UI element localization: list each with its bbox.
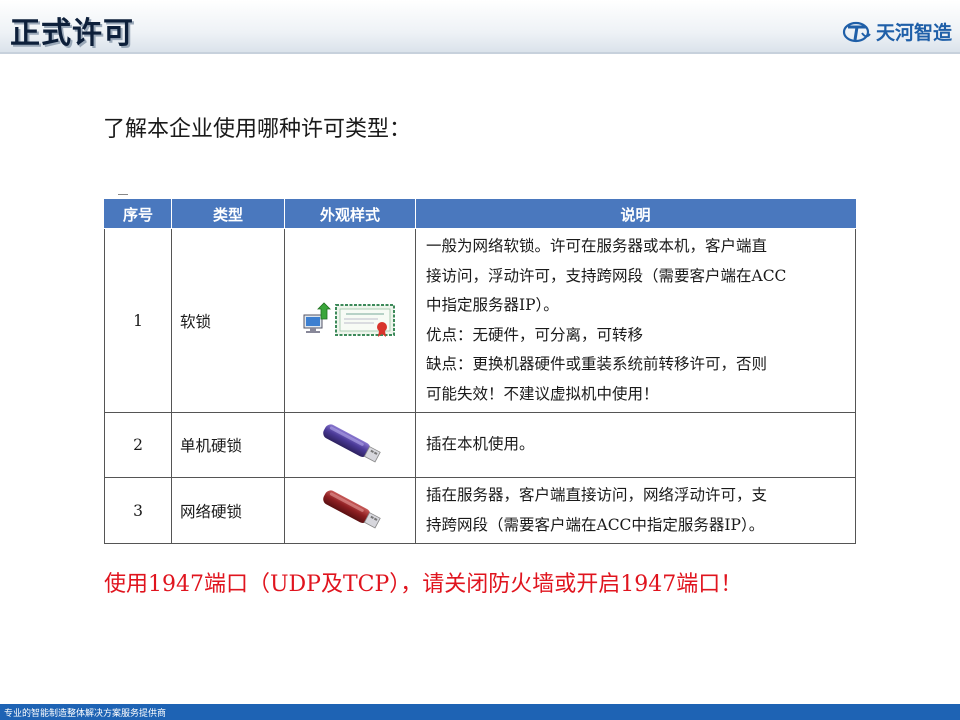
row-number: 2	[104, 412, 172, 478]
description-line: 插在服务器，客户端直接访问，网络浮动许可，支	[426, 486, 768, 504]
table-marker	[118, 194, 128, 195]
intro-text: 了解本企业使用哪种许可类型：	[103, 117, 412, 142]
row-type: 网络硬锁	[171, 477, 285, 544]
soft-license-certificate-icon	[302, 299, 398, 343]
description-line: 优点：无硬件，可分离，可转移	[426, 325, 644, 344]
logo-mark-icon	[842, 20, 872, 44]
red-usb-dongle-icon	[315, 486, 385, 536]
description-line: 可能失效！不建议虚拟机中使用！	[426, 384, 659, 403]
row-description: 一般为网络软锁。许可在服务器或本机，客户端直 接访问，浮动许可，支持跨网段（需要…	[415, 228, 856, 413]
description-line: 插在本机使用。	[426, 435, 535, 454]
row-type: 单机硬锁	[171, 412, 285, 478]
header-type: 类型	[171, 199, 285, 229]
row-description: 插在服务器，客户端直接访问，网络浮动许可，支 持跨网段（需要客户端在ACC中指定…	[415, 477, 856, 544]
purple-usb-dongle-icon	[315, 420, 385, 470]
table-row: 1 软锁 一般为网络软锁。许可在服务器或本机，客户端直 接访问，浮动许可，支持跨…	[104, 228, 856, 413]
row-appearance	[284, 228, 416, 413]
port-notice: 使用1947端口（UDP及TCP），请关闭防火墙或开启1947端口！	[104, 572, 743, 597]
description-line: 持跨网段（需要客户端在ACC中指定服务器IP）。	[426, 515, 765, 534]
description-line: 接访问，浮动许可，支持跨网段（需要客户端在ACC	[426, 266, 787, 285]
header-description: 说明	[415, 199, 856, 229]
row-number: 3	[104, 477, 172, 544]
description-line: 一般为网络软锁。许可在服务器或本机，客户端直	[426, 237, 768, 255]
description-line: 缺点：更换机器硬件或重装系统前转移许可，否则	[426, 355, 768, 373]
table-row: 2 单机硬锁 插在本机使用。	[104, 412, 856, 478]
table-row: 3 网络硬锁 插在服务器，客户端直接访问，网络浮动许可，支 持跨网段（需要客户端…	[104, 477, 856, 544]
company-logo: 天河智造	[842, 18, 952, 45]
header-bar	[0, 0, 960, 54]
row-appearance	[284, 477, 416, 544]
footer-slogan: 专业的智能制造整体解决方案服务提供商	[4, 709, 167, 719]
logo-text: 天河智造	[875, 22, 952, 44]
description-line: 中指定服务器IP）。	[426, 296, 559, 314]
row-type: 软锁	[171, 228, 285, 413]
row-appearance	[284, 412, 416, 478]
page-title: 正式许可	[10, 16, 134, 51]
header-appearance: 外观样式	[284, 199, 416, 229]
header-no: 序号	[104, 199, 172, 229]
row-number: 1	[104, 228, 172, 413]
license-type-table: 序号 类型 外观样式 说明 1 软锁 一般为网络软锁。许可在服务器或本机，客户端…	[104, 199, 856, 544]
row-description: 插在本机使用。	[415, 412, 856, 478]
table-header-row: 序号 类型 外观样式 说明	[104, 199, 856, 229]
footer-bar: 专业的智能制造整体解决方案服务提供商	[0, 704, 960, 720]
header-divider	[0, 52, 960, 54]
